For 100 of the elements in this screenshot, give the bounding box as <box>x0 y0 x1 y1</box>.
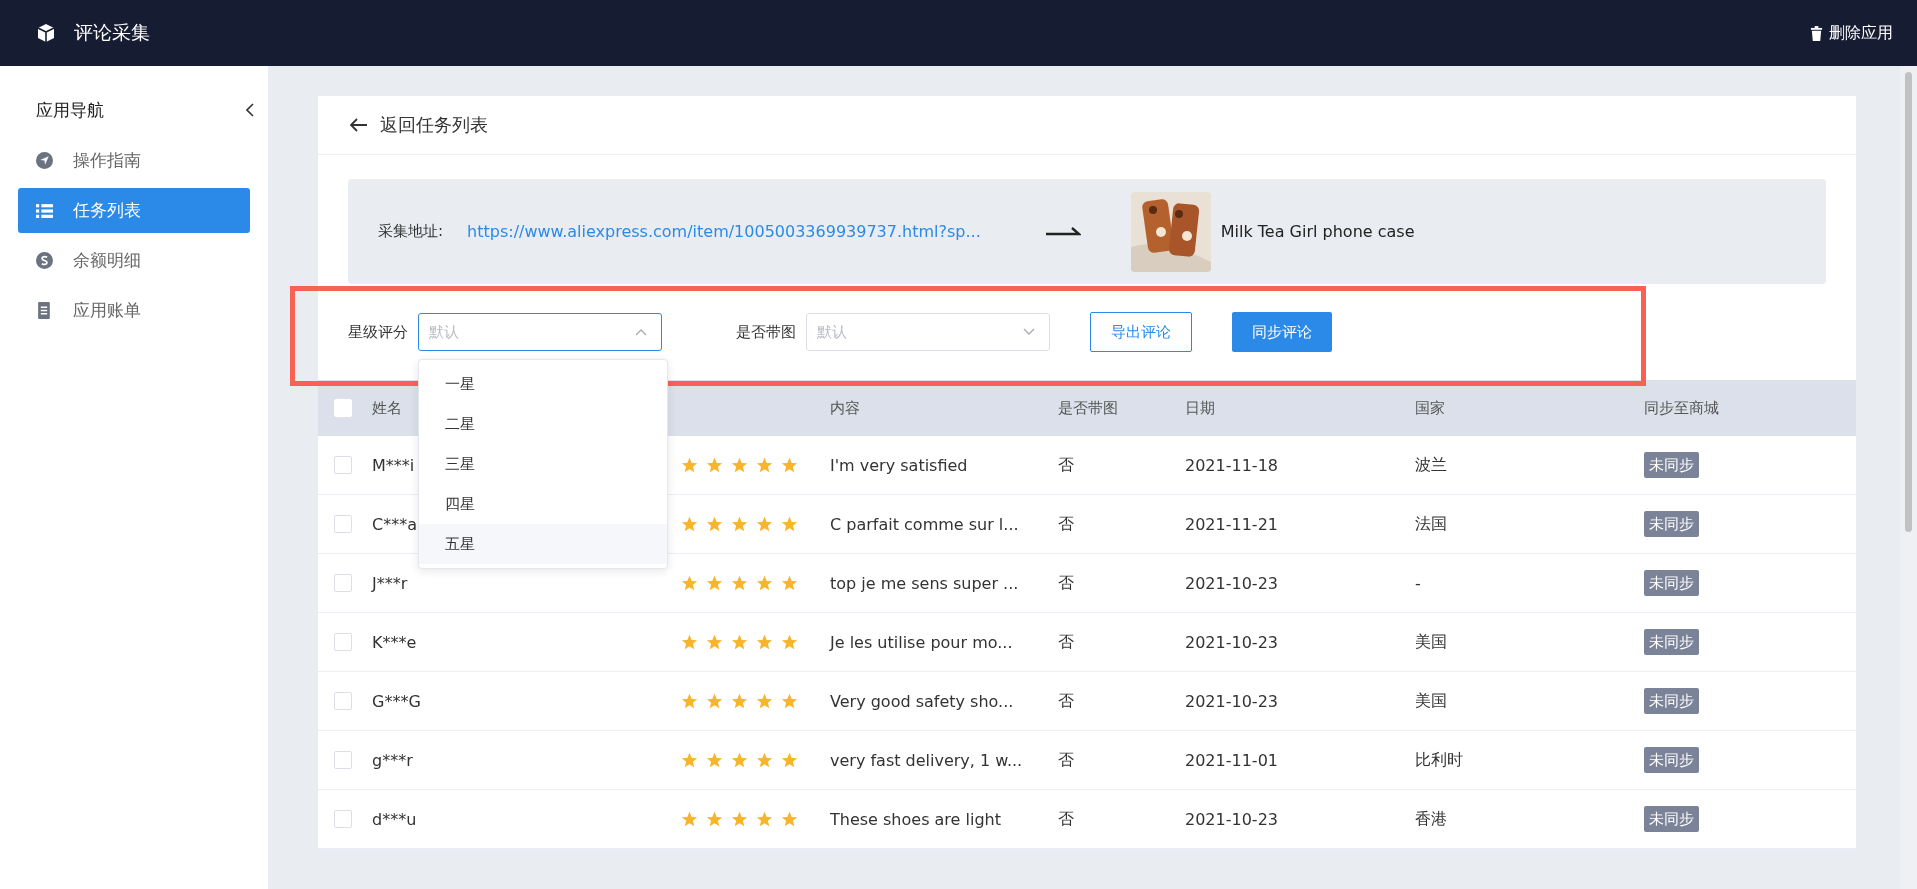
table-cell: 否 <box>1058 749 1074 769</box>
star-icon <box>756 574 773 592</box>
star-icon <box>781 692 798 710</box>
star-icon <box>781 633 798 651</box>
star-icon <box>756 633 773 651</box>
cube-icon <box>36 23 56 43</box>
table-cell: These shoes are light <box>830 809 1001 829</box>
star-icon <box>756 810 773 828</box>
star-icon <box>681 810 698 828</box>
table-cell: 否 <box>1058 690 1074 710</box>
star-icon <box>706 574 723 592</box>
product-title: Milk Tea Girl phone case <box>1220 222 1415 241</box>
status-tag: 未同步 <box>1644 570 1699 596</box>
sync-button[interactable]: 同步评论 <box>1232 312 1332 352</box>
star-icon <box>681 515 698 533</box>
star-icon <box>706 515 723 533</box>
app-title: 评论采集 <box>74 20 150 45</box>
source-label: 采集地址: <box>378 222 444 241</box>
back-link[interactable]: 返回任务列表 <box>350 113 488 137</box>
star-icon <box>731 574 748 592</box>
status-tag: 未同步 <box>1644 452 1699 478</box>
sidebar-title: 应用导航 <box>36 98 104 122</box>
column-header: 同步至商城 <box>1644 398 1719 417</box>
row-checkbox[interactable] <box>334 810 352 828</box>
table-cell: J***r <box>372 573 408 593</box>
list-icon <box>36 202 53 219</box>
column-header: 内容 <box>830 398 860 417</box>
table-cell: d***u <box>372 809 417 829</box>
document-icon <box>36 302 53 319</box>
dropdown-option[interactable]: 五星 <box>419 524 667 564</box>
table-cell: 香港 <box>1415 808 1447 828</box>
star-icon <box>756 515 773 533</box>
star-icon <box>681 692 698 710</box>
star-icon <box>706 456 723 474</box>
sidebar-item[interactable]: 任务列表 <box>18 188 250 233</box>
row-checkbox[interactable] <box>334 751 352 769</box>
table-cell: 2021-11-18 <box>1185 455 1278 475</box>
star-icon <box>731 692 748 710</box>
trash-icon <box>1810 25 1823 41</box>
table-cell: 否 <box>1058 808 1074 828</box>
row-checkbox[interactable] <box>334 574 352 592</box>
star-icon <box>781 751 798 769</box>
row-checkbox[interactable] <box>334 515 352 533</box>
status-tag: 未同步 <box>1644 688 1699 714</box>
star-icon <box>731 515 748 533</box>
sidebar-item[interactable]: 余额明细 <box>18 238 250 283</box>
scrollbar[interactable] <box>1900 66 1917 889</box>
table-cell: C parfait comme sur l... <box>830 514 1019 534</box>
row-checkbox[interactable] <box>334 633 352 651</box>
chevron-icon <box>635 328 647 336</box>
star-icon <box>681 633 698 651</box>
dropdown-option[interactable]: 二星 <box>419 404 667 444</box>
coin-icon <box>36 252 53 269</box>
table-cell: 否 <box>1058 513 1074 533</box>
navigation-icon <box>36 152 53 169</box>
table-cell: - <box>1415 573 1421 593</box>
sidebar-item[interactable]: 操作指南 <box>18 138 250 183</box>
star-icon <box>681 456 698 474</box>
star-icon <box>706 810 723 828</box>
collapse-icon[interactable] <box>246 103 254 117</box>
table-cell: 美国 <box>1415 631 1447 651</box>
delete-app-button[interactable]: 删除应用 <box>1806 18 1897 48</box>
star-icon <box>756 751 773 769</box>
star-icon <box>781 810 798 828</box>
dropdown-option[interactable]: 四星 <box>419 484 667 524</box>
table-cell: Je les utilise pour mo... <box>830 632 1013 652</box>
table-cell: I'm very satisfied <box>830 455 968 475</box>
status-tag: 未同步 <box>1644 747 1699 773</box>
filter-label: 是否带图 <box>736 322 796 342</box>
table-cell: M***i <box>372 455 415 475</box>
table-cell: 否 <box>1058 454 1074 474</box>
dropdown-option[interactable]: 三星 <box>419 444 667 484</box>
dropdown-option[interactable]: 一星 <box>419 364 667 404</box>
table-cell: 否 <box>1058 572 1074 592</box>
sidebar-item[interactable]: 应用账单 <box>18 288 250 333</box>
star-icon <box>756 692 773 710</box>
star-icon <box>731 456 748 474</box>
select-all-checkbox[interactable] <box>334 399 352 417</box>
star-icon <box>731 751 748 769</box>
star-icon <box>731 633 748 651</box>
export-button[interactable]: 导出评论 <box>1090 312 1192 352</box>
star-icon <box>781 456 798 474</box>
star-icon <box>681 751 698 769</box>
table-cell: 2021-11-01 <box>1185 750 1278 770</box>
star-icon <box>756 456 773 474</box>
row-checkbox[interactable] <box>334 692 352 710</box>
status-tag: 未同步 <box>1644 629 1699 655</box>
table-cell: top je me sens super ... <box>830 573 1019 593</box>
status-tag: 未同步 <box>1644 511 1699 537</box>
filter-label: 星级评分 <box>348 322 408 342</box>
table-cell: C***a <box>372 514 417 534</box>
row-checkbox[interactable] <box>334 456 352 474</box>
table-cell: G***G <box>372 691 421 711</box>
star-icon <box>706 633 723 651</box>
star-icon <box>781 574 798 592</box>
column-header: 日期 <box>1185 398 1215 417</box>
table-cell: 法国 <box>1415 513 1447 533</box>
back-arrow-icon <box>350 118 368 132</box>
column-header: 是否带图 <box>1058 398 1118 417</box>
table-cell: 2021-11-21 <box>1185 514 1278 534</box>
